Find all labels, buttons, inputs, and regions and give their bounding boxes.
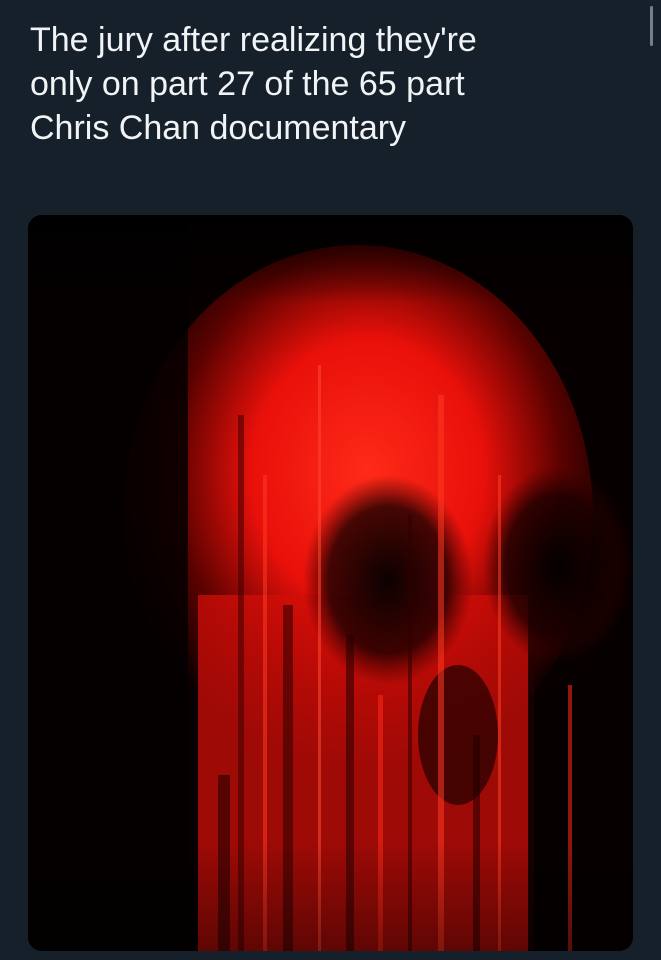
red-glitch-skull-image bbox=[28, 215, 633, 951]
tweet-media-image[interactable] bbox=[28, 215, 633, 951]
scrollbar-thumb[interactable] bbox=[650, 6, 653, 46]
tweet-text: The jury after realizing they're only on… bbox=[30, 21, 477, 148]
tweet-view: The jury after realizing they're only on… bbox=[0, 0, 661, 960]
